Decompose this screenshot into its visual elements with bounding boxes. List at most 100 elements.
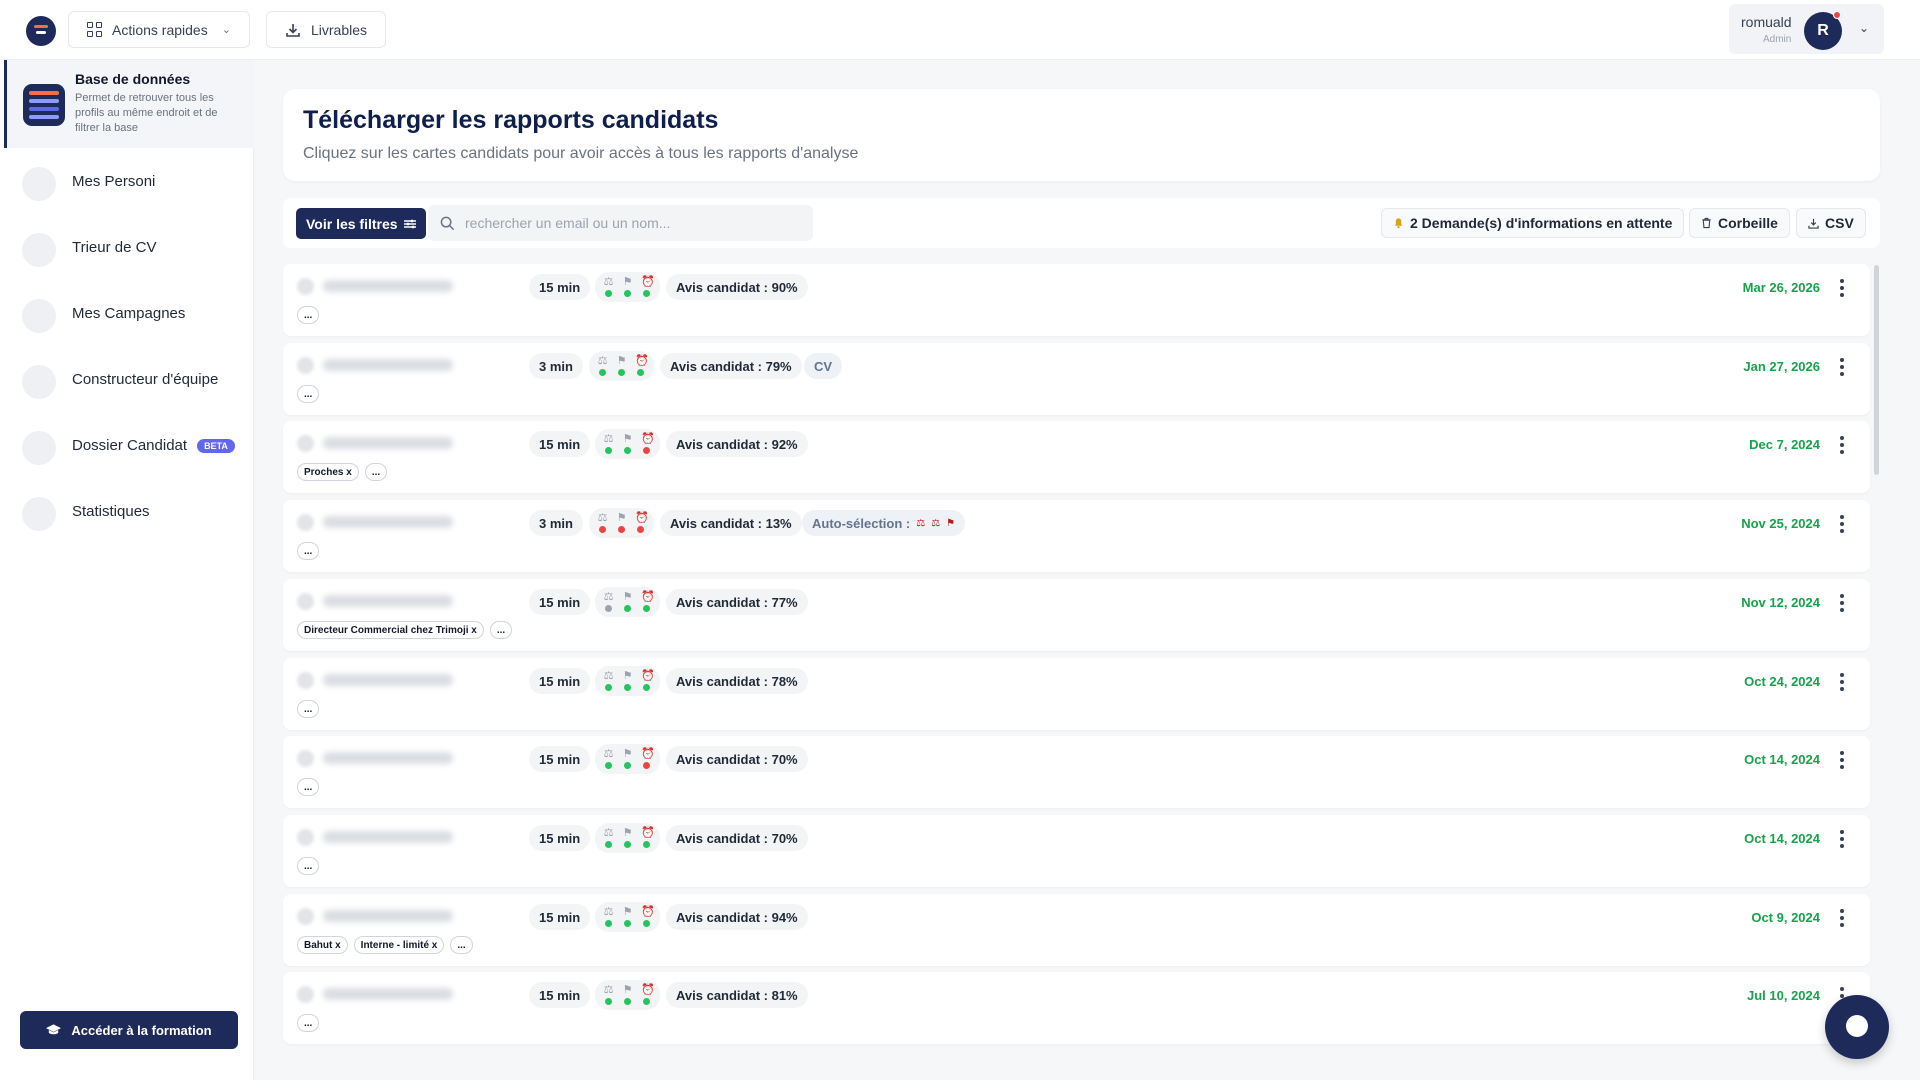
- candidate-row[interactable]: 15 min ⚖ ⚑ ⏰ Avis candidat : 90% Mar 26, 2026…: [283, 264, 1870, 336]
- status-dot: [637, 369, 644, 376]
- sidebar-item-constructeur[interactable]: Constructeur d'équipe: [0, 356, 254, 406]
- candidate-tag[interactable]: Directeur Commercial chez Trimoji x: [297, 621, 484, 639]
- more-tags-button[interactable]: ...: [489, 621, 513, 639]
- duration-badge: 15 min: [529, 746, 591, 772]
- test-status-icons: ⚖ ⚑ ⏰: [589, 351, 654, 381]
- more-tags-button[interactable]: ...: [364, 463, 388, 481]
- candidate-row[interactable]: 15 min ⚖ ⚑ ⏰ Avis candidat : 81% Jul 10, 2024…: [283, 972, 1870, 1044]
- page-title: Télécharger les rapports candidats: [303, 106, 719, 134]
- candidate-row[interactable]: 15 min ⚖ ⚑ ⏰ Avis candidat : 78% Oct 24, 2024…: [283, 658, 1870, 730]
- candidate-row[interactable]: 15 min ⚖ ⚑ ⏰ Avis candidat : 77% Nov 12, 2024…: [283, 579, 1870, 651]
- test-icon: ⏰: [641, 591, 655, 603]
- candidate-tag[interactable]: Proches x: [297, 463, 359, 481]
- more-options-icon[interactable]: [1836, 906, 1848, 930]
- candidate-avatar: [297, 514, 314, 531]
- test-icon: ⏰: [641, 984, 655, 996]
- more-options-icon[interactable]: [1836, 276, 1848, 300]
- candidate-row[interactable]: 15 min ⚖ ⚑ ⏰ Avis candidat : 94% Oct 9, 2024 B…: [283, 894, 1870, 966]
- chevron-down-icon: ⌄: [221, 24, 231, 36]
- chevron-down-icon[interactable]: ⌄: [1859, 21, 1869, 35]
- app-logo[interactable]: [26, 16, 56, 46]
- status-dot: [643, 920, 650, 927]
- candidate-tag[interactable]: Interne - limité x: [353, 936, 445, 954]
- menu-dot: [1840, 286, 1844, 290]
- more-tags-button[interactable]: ...: [297, 1014, 320, 1032]
- test-icon: ⏰: [641, 670, 655, 682]
- scrollbar[interactable]: [1874, 265, 1879, 475]
- duration-badge: 3 min: [529, 353, 583, 379]
- status-dot: [624, 762, 631, 769]
- pending-requests-button[interactable]: 2 Demande(s) d'informations en attente: [1381, 208, 1685, 238]
- candidate-name-blurred: [323, 752, 453, 764]
- search-input[interactable]: [465, 215, 795, 231]
- candidate-row[interactable]: 3 min ⚖ ⚑ ⏰ Avis candidat : 79% CV Jan 27, 202…: [283, 343, 1870, 415]
- candidate-tag[interactable]: Bahut x: [297, 936, 348, 954]
- more-tags-button[interactable]: ...: [297, 542, 320, 560]
- menu-dot: [1840, 680, 1844, 684]
- menu-dot: [1840, 443, 1844, 447]
- download-icon: [1808, 218, 1819, 229]
- sidebar-item-label: Statistiques: [72, 503, 150, 520]
- menu-dot: [1840, 987, 1844, 991]
- sidebar-item-mes-personi[interactable]: Mes Personi: [0, 158, 254, 208]
- more-tags-button[interactable]: ...: [450, 936, 473, 954]
- candidate-rating-badge: Avis candidat : 77%: [666, 589, 808, 615]
- candidate-name-blurred: [323, 831, 453, 843]
- candidate-row[interactable]: 15 min ⚖ ⚑ ⏰ Avis candidat : 92% Dec 7, 2024 P…: [283, 421, 1870, 493]
- more-options-icon[interactable]: [1836, 670, 1848, 694]
- test-status-indicator: ⚖: [603, 591, 614, 613]
- more-tags-button[interactable]: ...: [297, 778, 320, 796]
- candidate-avatar: [297, 672, 314, 689]
- formation-button[interactable]: Accéder à la formation: [20, 1011, 238, 1049]
- test-status-indicator: ⚖: [603, 433, 614, 455]
- more-options-icon[interactable]: [1836, 433, 1848, 457]
- sidebar-item-label: Trieur de CV: [72, 239, 157, 256]
- test-status-indicator: ⏰: [641, 748, 655, 770]
- candidate-tags: ...: [297, 542, 320, 560]
- test-status-indicator: ⚑: [622, 276, 633, 298]
- more-options-icon[interactable]: [1836, 827, 1848, 851]
- candidate-row[interactable]: 3 min ⚖ ⚑ ⏰ Avis candidat : 13% Auto-sélectio…: [283, 500, 1870, 572]
- test-status-indicator: ⚑: [616, 512, 627, 534]
- sidebar-item-database[interactable]: Base de données Permet de retrouver tous…: [4, 60, 254, 148]
- pending-requests-label: 2 Demande(s) d'informations en attente: [1410, 215, 1673, 231]
- more-tags-button[interactable]: ...: [297, 700, 320, 718]
- menu-dot: [1840, 515, 1844, 519]
- more-tags-button[interactable]: ...: [297, 857, 320, 875]
- menu-dot: [1840, 293, 1844, 297]
- candidate-tags: Directeur Commercial chez Trimoji x...: [297, 621, 513, 639]
- candidate-rating-badge: Avis candidat : 70%: [666, 746, 808, 772]
- menu-dot: [1840, 279, 1844, 283]
- chat-button[interactable]: [1825, 995, 1889, 1059]
- sidebar-item-dossier-candidat[interactable]: Dossier Candidat BETA: [0, 422, 254, 472]
- quick-actions-button[interactable]: Actions rapides ⌄: [68, 11, 250, 48]
- more-options-icon[interactable]: [1836, 512, 1848, 536]
- sidebar-item-trieur-cv[interactable]: Trieur de CV: [0, 224, 254, 274]
- candidate-tags: Bahut x Interne - limité x...: [297, 936, 473, 954]
- trash-button[interactable]: Corbeille: [1689, 208, 1790, 238]
- more-tags-button[interactable]: ...: [297, 385, 320, 403]
- more-options-icon[interactable]: [1836, 591, 1848, 615]
- sidebar-item-campagnes[interactable]: Mes Campagnes: [0, 290, 254, 340]
- candidate-row[interactable]: 15 min ⚖ ⚑ ⏰ Avis candidat : 70% Oct 14, 2024…: [283, 815, 1870, 887]
- database-icon: [23, 84, 65, 126]
- test-icon: ⏰: [641, 906, 655, 918]
- user-menu[interactable]: romuald Admin R ⌄: [1729, 4, 1884, 54]
- csv-button[interactable]: CSV: [1796, 208, 1866, 238]
- search-icon: [440, 216, 455, 230]
- search-field[interactable]: [428, 205, 813, 241]
- menu-dot: [1840, 765, 1844, 769]
- sidebar-item-statistiques[interactable]: Statistiques: [0, 488, 254, 538]
- status-dot: [624, 605, 631, 612]
- more-options-icon[interactable]: [1836, 748, 1848, 772]
- test-icon: ⚖: [603, 827, 614, 839]
- test-status-indicator: ⚖: [597, 355, 608, 377]
- more-tags-button[interactable]: ...: [297, 306, 320, 324]
- trash-icon: [1702, 217, 1711, 229]
- more-options-icon[interactable]: [1836, 355, 1848, 379]
- candidate-row[interactable]: 15 min ⚖ ⚑ ⏰ Avis candidat : 70% Oct 14, 2024…: [283, 736, 1870, 808]
- filters-button[interactable]: Voir les filtres: [296, 208, 426, 239]
- page-subtitle: Cliquez sur les cartes candidats pour av…: [303, 145, 859, 162]
- test-icon: ⚖: [603, 748, 614, 760]
- deliverables-button[interactable]: Livrables: [266, 11, 387, 48]
